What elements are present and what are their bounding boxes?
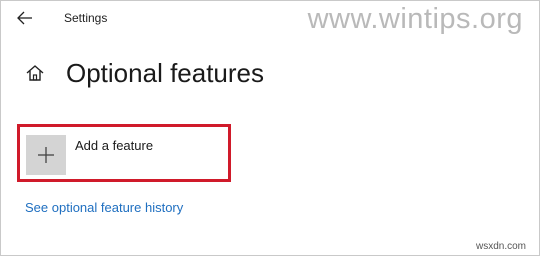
settings-window: Settings www.wintips.org Optional featur… — [0, 0, 540, 256]
page-title: Optional features — [66, 58, 265, 88]
plus-icon — [38, 147, 54, 163]
title-bar: Settings www.wintips.org — [1, 1, 539, 37]
watermark: www.wintips.org — [307, 3, 523, 35]
optional-feature-history-link[interactable]: See optional feature history — [25, 200, 183, 215]
home-icon[interactable] — [25, 63, 45, 83]
add-feature-label: Add a feature — [75, 138, 154, 153]
plus-tile — [26, 135, 66, 175]
add-feature-button[interactable]: Add a feature — [17, 124, 231, 182]
back-arrow-icon[interactable] — [15, 9, 35, 27]
footer-watermark: wsxdn.com — [475, 241, 526, 252]
app-title: Settings — [64, 11, 108, 25]
